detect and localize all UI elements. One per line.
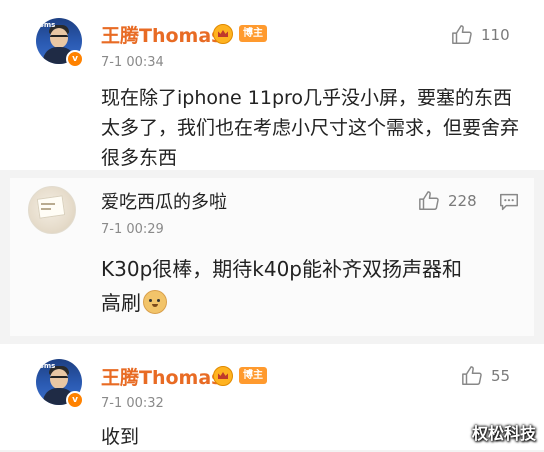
like-count: 55 bbox=[491, 367, 511, 385]
comment-time: 7-1 00:34 bbox=[101, 55, 164, 70]
doge-emoji-icon bbox=[143, 290, 167, 314]
like-button[interactable]: 55 bbox=[461, 365, 510, 387]
crown-icon bbox=[213, 366, 233, 386]
username[interactable]: 王腾Thomas bbox=[101, 363, 222, 390]
thumbs-up-icon bbox=[419, 191, 439, 210]
author-badge: 博主 bbox=[239, 367, 267, 384]
comment-time: 7-1 00:29 bbox=[101, 222, 164, 237]
like-count: 228 bbox=[448, 192, 477, 210]
like-button[interactable]: 228 bbox=[418, 190, 477, 212]
avatar-label: 8ms bbox=[39, 362, 56, 370]
watermark-text: 权松科技 bbox=[471, 424, 536, 443]
comment-text: 收到 bbox=[101, 426, 140, 448]
comment-card-reply: 爱吃西瓜的多啦 7-1 00:29 228 K30p很棒，期待k40p能补齐双扬… bbox=[10, 178, 534, 336]
username[interactable]: 王腾Thomas bbox=[101, 21, 222, 48]
comment-time: 7-1 00:32 bbox=[101, 396, 164, 411]
verified-icon: v bbox=[66, 50, 84, 68]
comment-card-wang-teng-2: 8ms v 王腾Thomas 博主 7-1 00:32 55 收到 bbox=[0, 344, 544, 450]
avatar-label: 8ms bbox=[39, 21, 56, 29]
like-count: 110 bbox=[481, 26, 510, 44]
comment-text: 现在除了iphone 11pro几乎没小屏，要塞的东西太多了，我们也在考虑小尺寸… bbox=[101, 87, 520, 169]
crown-icon bbox=[213, 24, 233, 44]
comment-card-wang-teng-1: 8ms v 王腾Thomas 博主 7-1 00:34 110 现在除了ipho… bbox=[0, 0, 544, 170]
thumbs-up-icon bbox=[462, 366, 482, 385]
author-badge: 博主 bbox=[239, 25, 267, 42]
verified-icon: v bbox=[66, 391, 84, 409]
like-button[interactable]: 110 bbox=[451, 24, 510, 46]
thumbs-up-icon bbox=[452, 25, 472, 44]
username[interactable]: 爱吃西瓜的多啦 bbox=[101, 188, 227, 214]
user-avatar[interactable] bbox=[28, 186, 76, 234]
comment-icon[interactable] bbox=[498, 191, 520, 213]
comment-text: K30p很棒，期待k40p能补齐双扬声器和高刷 bbox=[101, 252, 481, 320]
